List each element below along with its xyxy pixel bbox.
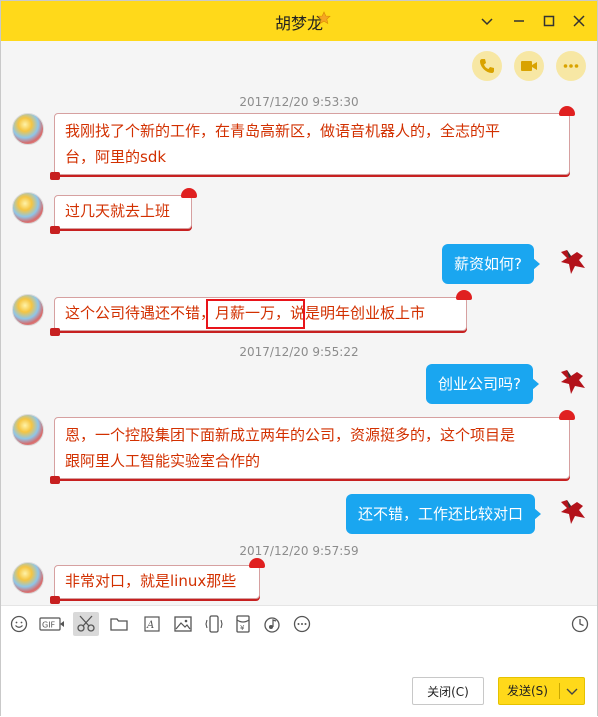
title-bar[interactable]: 胡梦龙 (1, 1, 597, 41)
chevron-down-icon[interactable] (477, 11, 497, 31)
avatar[interactable] (12, 562, 44, 594)
message-text: 创业公司吗? (438, 375, 521, 393)
message-text: 非常对口，就是linux那些 (65, 572, 237, 590)
self-message-bubble[interactable]: 还不错，工作还比较对口 (346, 494, 542, 534)
message-bubble[interactable]: 我刚找了个新的工作，在青岛高新区，做语音机器人的，全志的平 台，阿里的sdk (50, 106, 575, 180)
more-icon (563, 64, 579, 68)
message-bubble[interactable]: 非常对口，就是linux那些 (50, 558, 265, 604)
more-icon[interactable] (292, 614, 312, 634)
screenshot-scissors-icon[interactable] (73, 612, 99, 636)
phone-icon (480, 59, 494, 73)
red-packet-icon[interactable]: ¥ (233, 614, 253, 634)
message-list[interactable]: 2017/12/20 9:53:30 我刚找了个新的工作，在青岛高新区，做语音机… (1, 91, 597, 605)
vip-star-icon (317, 11, 331, 25)
message-text: 过几天就去上班 (65, 202, 171, 220)
message-bubble[interactable]: 恩，一个控股集团下面新成立两年的公司，资源挺多的，这个项目是 跟阿里人工智能实验… (50, 410, 575, 484)
contact-name: 胡梦龙 (274, 14, 323, 33)
avatar[interactable] (12, 414, 44, 446)
message-timestamp: 2017/12/20 9:55:22 (239, 345, 359, 359)
svg-text:A: A (146, 620, 154, 631)
message-timestamp: 2017/12/20 9:53:30 (239, 95, 359, 109)
send-divider (559, 683, 560, 699)
more-options-button[interactable] (556, 51, 586, 81)
message-text: 我刚找了个新的工作，在青岛高新区，做语音机器人的，全志的平 (65, 122, 501, 140)
self-avatar[interactable] (557, 366, 587, 396)
maximize-icon[interactable] (539, 11, 559, 31)
self-avatar[interactable] (557, 496, 587, 526)
shake-icon[interactable] (204, 614, 224, 634)
image-icon[interactable] (173, 614, 193, 634)
close-icon[interactable] (569, 11, 589, 31)
minimize-icon[interactable] (509, 11, 529, 31)
font-icon[interactable]: A (142, 614, 162, 634)
message-timestamp: 2017/12/20 9:57:59 (239, 544, 359, 558)
input-toolbar: GIF A ¥ (1, 605, 597, 641)
highlight-annotation (206, 299, 305, 329)
message-text: 跟阿里人工智能实验室合作的 (65, 452, 261, 470)
message-bubble[interactable]: 过几天就去上班 (50, 188, 197, 234)
send-options-chevron-icon[interactable] (565, 678, 579, 713)
emoji-icon[interactable] (9, 614, 29, 634)
avatar[interactable] (12, 192, 44, 224)
svg-text:¥: ¥ (240, 624, 245, 632)
close-button[interactable]: 关闭(C) (412, 677, 484, 705)
send-button[interactable]: 发送(S) (498, 677, 585, 705)
chat-window: 胡梦龙 2017/12/20 9:53:30 我刚找了个新的工作，在青岛高新区，… (0, 0, 598, 717)
avatar[interactable] (12, 294, 44, 326)
avatar[interactable] (12, 113, 44, 145)
chat-action-bar (1, 41, 597, 91)
folder-icon[interactable] (109, 614, 129, 634)
message-text: 还不错，工作还比较对口 (358, 505, 524, 523)
history-clock-icon[interactable] (570, 614, 590, 634)
gif-icon[interactable]: GIF (39, 614, 65, 634)
message-text: 台，阿里的sdk (65, 148, 167, 166)
self-message-bubble[interactable]: 薪资如何? (442, 244, 540, 284)
message-text: 恩，一个控股集团下面新成立两年的公司，资源挺多的，这个项目是 (65, 426, 516, 444)
voice-call-button[interactable] (472, 51, 502, 81)
self-avatar[interactable] (557, 246, 587, 276)
video-icon (521, 61, 537, 71)
music-icon[interactable] (262, 614, 282, 634)
message-text: 薪资如何? (454, 255, 522, 273)
self-message-bubble[interactable]: 创业公司吗? (426, 364, 539, 404)
svg-text:GIF: GIF (42, 621, 56, 630)
send-button-label: 发送(S) (507, 684, 548, 698)
send-bar: 关闭(C) 发送(S) (1, 671, 597, 717)
video-call-button[interactable] (514, 51, 544, 81)
